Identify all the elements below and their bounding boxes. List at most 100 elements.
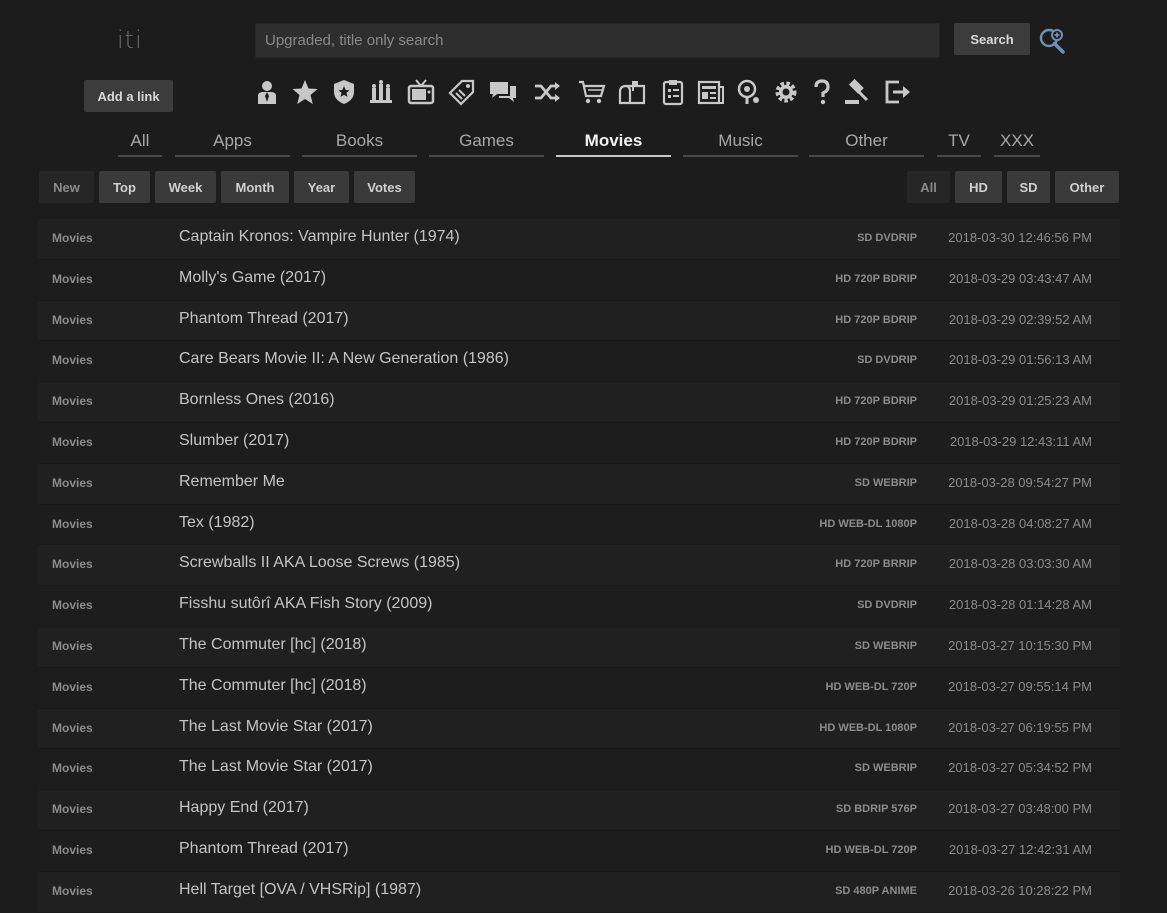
row-category[interactable]: Movies: [52, 476, 93, 490]
cart-icon[interactable]: [578, 78, 606, 106]
row-date: 2018-03-28 01:14:28 AM: [948, 597, 1092, 613]
row-category[interactable]: Movies: [52, 394, 93, 408]
row-category[interactable]: Movies: [52, 639, 93, 653]
table-row[interactable]: Movies Phantom Thread (2017) HD WEB-DL 720…: [38, 830, 1120, 872]
advanced-search-icon[interactable]: [1038, 27, 1066, 55]
row-date: 2018-03-27 10:15:30 PM: [948, 637, 1092, 653]
table-row[interactable]: Movies Fisshu sutôrî AKA Fish Story (2009…: [38, 586, 1120, 627]
row-category[interactable]: Movies: [52, 802, 93, 816]
table-row[interactable]: Movies The Commuter [hc] (2018) HD WEB-DL …: [38, 667, 1120, 709]
row-title-link[interactable]: Care Bears Movie II: A New Generation (1…: [179, 350, 509, 368]
row-title-link[interactable]: Phantom Thread (2017): [179, 310, 349, 328]
tab-tv[interactable]: TV: [937, 128, 981, 157]
row-title-link[interactable]: Tex (1982): [179, 514, 255, 532]
row-category[interactable]: Movies: [52, 761, 93, 775]
logo[interactable]: iti: [117, 26, 143, 54]
tab-music[interactable]: Music: [683, 128, 798, 157]
quality-hd-button[interactable]: HD: [955, 171, 1002, 203]
row-title-link[interactable]: Remember Me: [179, 473, 285, 491]
tab-all[interactable]: All: [118, 128, 162, 157]
row-title-link[interactable]: Phantom Thread (2017): [179, 840, 349, 858]
awards-icon[interactable]: [367, 78, 395, 106]
filter-week-button[interactable]: Week: [155, 171, 216, 203]
quality-all-button[interactable]: All: [907, 171, 950, 203]
shield-icon[interactable]: [330, 78, 358, 106]
row-title-link[interactable]: Hell Target [OVA / VHSRip] (1987): [179, 881, 421, 899]
row-title-link[interactable]: The Last Movie Star (2017): [179, 718, 373, 736]
filter-new-button[interactable]: New: [39, 171, 94, 203]
row-title-link[interactable]: The Commuter [hc] (2018): [179, 636, 367, 654]
table-row[interactable]: Movies The Commuter [hc] (2018) SD WEBRIP 2…: [38, 626, 1120, 668]
quality-sd-button[interactable]: SD: [1007, 171, 1050, 203]
row-category[interactable]: Movies: [52, 435, 93, 449]
row-category[interactable]: Movies: [52, 721, 93, 735]
row-category[interactable]: Movies: [52, 517, 93, 531]
shuffle-icon[interactable]: [533, 78, 561, 106]
magnify-icon[interactable]: [735, 78, 763, 106]
row-category[interactable]: Movies: [52, 272, 93, 286]
search-input[interactable]: [255, 23, 940, 58]
tag-icon[interactable]: [448, 78, 476, 106]
tv-icon[interactable]: [407, 78, 435, 106]
table-row[interactable]: Movies Tex (1982) HD WEB-DL 1080P 2018-03-2…: [38, 504, 1120, 546]
gear-icon[interactable]: [772, 78, 800, 106]
filter-year-button[interactable]: Year: [294, 171, 349, 203]
row-date: 2018-03-26 10:28:22 PM: [948, 882, 1092, 898]
table-row[interactable]: Movies Bornless Ones (2016) HD 720P BDRIP 2…: [38, 382, 1120, 423]
user-icon[interactable]: [253, 78, 281, 106]
row-category[interactable]: Movies: [52, 843, 93, 857]
filter-votes-button[interactable]: Votes: [354, 171, 415, 203]
row-quality: HD 720P BDRIP: [835, 272, 917, 285]
gavel-icon[interactable]: [843, 78, 871, 106]
table-row[interactable]: Movies Phantom Thread (2017) HD 720P BDRIP…: [38, 300, 1120, 342]
logout-icon[interactable]: [883, 78, 911, 106]
row-category[interactable]: Movies: [52, 313, 93, 327]
row-category[interactable]: Movies: [52, 353, 93, 367]
row-title-link[interactable]: The Commuter [hc] (2018): [179, 677, 367, 695]
table-row[interactable]: Movies Hell Target [OVA / VHSRip] (1987) S…: [38, 871, 1120, 913]
news-icon[interactable]: [697, 78, 725, 106]
tab-other[interactable]: Other: [809, 128, 924, 157]
star-icon[interactable]: [291, 78, 319, 106]
row-category[interactable]: Movies: [52, 598, 93, 612]
filter-month-button[interactable]: Month: [221, 171, 289, 203]
mailbox-icon[interactable]: [618, 78, 646, 106]
row-quality: HD 720P BDRIP: [835, 395, 917, 408]
table-row[interactable]: Movies Captain Kronos: Vampire Hunter (19…: [38, 219, 1120, 260]
table-row[interactable]: Movies The Last Movie Star (2017) SD WEBRI…: [38, 749, 1120, 791]
row-date: 2018-03-29 03:43:47 AM: [948, 270, 1092, 286]
tab-books[interactable]: Books: [302, 128, 417, 157]
row-quality: SD WEBRIP: [854, 476, 917, 489]
row-title-link[interactable]: Molly's Game (2017): [179, 269, 326, 287]
filter-top-button[interactable]: Top: [99, 171, 150, 203]
row-category[interactable]: Movies: [52, 231, 93, 245]
quality-other-button[interactable]: Other: [1055, 171, 1119, 203]
row-title-link[interactable]: The Last Movie Star (2017): [179, 758, 373, 776]
table-row[interactable]: Movies Screwballs II AKA Loose Screws (19…: [38, 545, 1120, 587]
table-row[interactable]: Movies The Last Movie Star (2017) HD WEB-D…: [38, 708, 1120, 750]
row-title-link[interactable]: Screwballs II AKA Loose Screws (1985): [179, 554, 460, 572]
tab-movies[interactable]: Movies: [556, 128, 671, 157]
tab-apps[interactable]: Apps: [175, 128, 290, 157]
table-row[interactable]: Movies Molly's Game (2017) HD 720P BDRIP 20…: [38, 259, 1120, 301]
tab-games[interactable]: Games: [429, 128, 544, 157]
clipboard-icon[interactable]: [659, 78, 687, 106]
search-button[interactable]: Search: [954, 23, 1030, 55]
row-category[interactable]: Movies: [52, 884, 93, 898]
table-row[interactable]: Movies Slumber (2017) HD 720P BDRIP 2018-03…: [38, 422, 1120, 464]
row-category[interactable]: Movies: [52, 680, 93, 694]
row-category[interactable]: Movies: [52, 557, 93, 571]
chat-icon[interactable]: [489, 78, 517, 106]
row-title-link[interactable]: Fisshu sutôrî AKA Fish Story (2009): [179, 595, 432, 613]
table-row[interactable]: Movies Remember Me SD WEBRIP 2018-03-28 09:…: [38, 463, 1120, 505]
row-date: 2018-03-27 03:48:00 PM: [948, 801, 1092, 817]
table-row[interactable]: Movies Care Bears Movie II: A New Generat…: [38, 341, 1120, 383]
tab-xxx[interactable]: XXX: [994, 128, 1040, 157]
table-row[interactable]: Movies Happy End (2017) SD BDRIP 576P 2018-…: [38, 790, 1120, 831]
row-title-link[interactable]: Captain Kronos: Vampire Hunter (1974): [179, 228, 460, 246]
row-title-link[interactable]: Bornless Ones (2016): [179, 391, 335, 409]
row-title-link[interactable]: Happy End (2017): [179, 799, 309, 817]
help-icon[interactable]: [808, 78, 836, 106]
row-title-link[interactable]: Slumber (2017): [179, 432, 289, 450]
add-link-button[interactable]: Add a link: [84, 80, 173, 112]
